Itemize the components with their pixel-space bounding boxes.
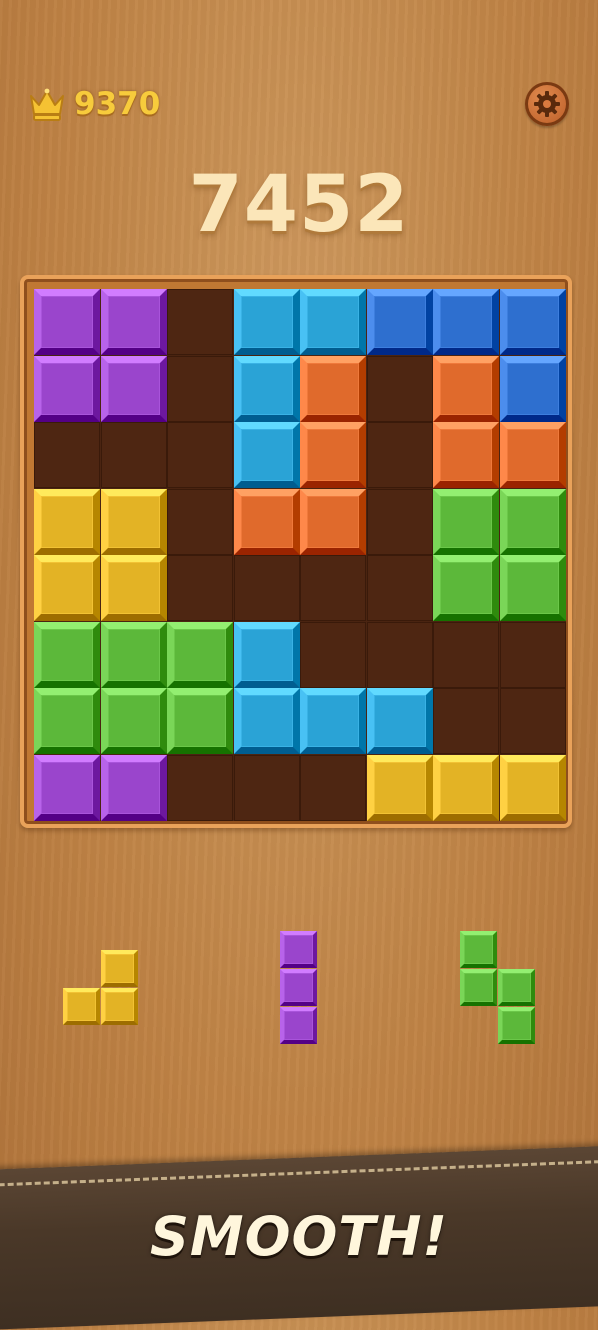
board-block-green — [34, 688, 100, 754]
board-block-purple — [100, 289, 167, 355]
game-board — [20, 275, 572, 828]
board-block-green — [34, 621, 100, 688]
board-block-cyan — [366, 688, 433, 754]
tray-block-yellow — [101, 950, 138, 987]
board-empty-cell[interactable] — [366, 488, 433, 555]
board-block-cyan — [300, 289, 366, 355]
board-block-blue — [433, 289, 499, 355]
tray-block-green — [460, 931, 497, 968]
tray-block-purple — [280, 969, 317, 1006]
board-block-purple — [100, 355, 167, 422]
board-block-orange — [233, 488, 300, 555]
settings-button[interactable] — [525, 82, 569, 126]
best-score: 9370 — [28, 86, 160, 122]
board-empty-cell[interactable] — [433, 621, 499, 688]
board-block-yellow — [433, 754, 499, 821]
board-block-green — [499, 555, 566, 621]
tray-block-green — [498, 969, 535, 1006]
board-block-yellow — [499, 754, 566, 821]
tray-block-purple — [280, 1007, 317, 1044]
board-block-yellow — [34, 555, 100, 621]
board-empty-cell[interactable] — [300, 555, 366, 621]
board-block-yellow — [366, 754, 433, 821]
board-empty-cell[interactable] — [167, 488, 233, 555]
banner-text: SMOOTH! — [149, 1205, 449, 1268]
board-block-orange — [300, 422, 366, 488]
board-block-green — [433, 555, 499, 621]
board-block-yellow — [34, 488, 100, 555]
board-block-orange — [433, 422, 499, 488]
tray-block-green — [498, 1007, 535, 1044]
board-block-orange — [300, 488, 366, 555]
board-empty-cell[interactable] — [167, 555, 233, 621]
board-empty-cell[interactable] — [366, 422, 433, 488]
board-block-cyan — [233, 422, 300, 488]
board-block-cyan — [233, 355, 300, 422]
board-empty-cell[interactable] — [433, 688, 499, 754]
board-block-blue — [366, 289, 433, 355]
board-block-yellow — [100, 555, 167, 621]
board-empty-cell[interactable] — [233, 555, 300, 621]
board-empty-cell[interactable] — [499, 621, 566, 688]
board-empty-cell[interactable] — [167, 422, 233, 488]
board-block-green — [499, 488, 566, 555]
board-empty-cell[interactable] — [167, 754, 233, 821]
tray-block-yellow — [101, 988, 138, 1025]
board-empty-cell[interactable] — [167, 355, 233, 422]
board-block-green — [167, 688, 233, 754]
board-block-purple — [100, 754, 167, 821]
banner-stitch — [0, 1159, 598, 1187]
board-block-orange — [499, 422, 566, 488]
board-empty-cell[interactable] — [233, 754, 300, 821]
board-empty-cell[interactable] — [34, 422, 100, 488]
board-block-cyan — [233, 688, 300, 754]
board-empty-cell[interactable] — [100, 422, 167, 488]
board-empty-cell[interactable] — [300, 621, 366, 688]
board-block-cyan — [300, 688, 366, 754]
board-empty-cell[interactable] — [366, 555, 433, 621]
board-block-blue — [499, 289, 566, 355]
board-block-cyan — [233, 621, 300, 688]
board-empty-cell[interactable] — [167, 289, 233, 355]
board-block-purple — [34, 289, 100, 355]
board-block-blue — [499, 355, 566, 422]
board-block-green — [100, 688, 167, 754]
gear-icon — [534, 91, 560, 117]
board-empty-cell[interactable] — [366, 621, 433, 688]
board-block-purple — [34, 754, 100, 821]
board-block-yellow — [100, 488, 167, 555]
board-empty-cell[interactable] — [300, 754, 366, 821]
best-score-value: 9370 — [74, 86, 161, 122]
board-grid[interactable] — [34, 289, 566, 821]
crown-icon — [30, 88, 64, 121]
board-block-purple — [34, 355, 100, 422]
board-block-orange — [300, 355, 366, 422]
board-block-cyan — [233, 289, 300, 355]
tray-block-green — [460, 969, 497, 1006]
board-block-green — [433, 488, 499, 555]
board-block-green — [167, 621, 233, 688]
current-score: 7452 — [188, 160, 410, 250]
board-block-orange — [433, 355, 499, 422]
board-block-green — [100, 621, 167, 688]
tray-block-yellow — [63, 988, 100, 1025]
tray-block-purple — [280, 931, 317, 968]
board-empty-cell[interactable] — [499, 688, 566, 754]
board-empty-cell[interactable] — [366, 355, 433, 422]
